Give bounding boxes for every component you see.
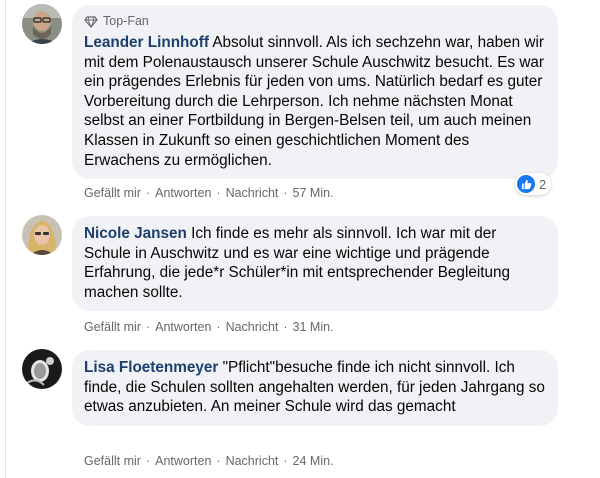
author-name[interactable]: Leander Linnhoff [84,34,209,51]
thumbs-up-icon [517,175,535,193]
timestamp[interactable]: 31 Min. [293,320,334,334]
comment-actions: Gefällt mir · Antworten · Nachricht · 57… [84,186,334,200]
avatar[interactable] [22,349,62,389]
avatar[interactable] [22,215,62,255]
separator: · [283,454,288,468]
thread-line [5,0,6,478]
author-name[interactable]: Lisa Floetenmeyer [84,359,218,376]
separator: · [283,320,288,334]
comment-text: Absolut sinnvoll. Als ich sechzehn war, … [84,34,544,169]
reaction-summary[interactable]: 2 [515,173,552,195]
message-button[interactable]: Nachricht [226,454,279,468]
separator: · [216,454,221,468]
comment-bubble: Nicole Jansen Ich finde es mehr als sinn… [72,216,558,312]
reaction-count: 2 [539,176,547,192]
timestamp[interactable]: 57 Min. [293,186,334,200]
separator: · [216,320,221,334]
separator: · [283,186,288,200]
reply-button[interactable]: Antworten [155,454,211,468]
comment-actions: Gefällt mir · Antworten · Nachricht · 24… [84,454,334,468]
message-button[interactable]: Nachricht [226,320,279,334]
reply-button[interactable]: Antworten [155,186,211,200]
like-button[interactable]: Gefällt mir [84,454,141,468]
top-fan-badge: Top-Fan [84,13,546,31]
message-button[interactable]: Nachricht [226,186,279,200]
separator: · [145,320,151,334]
comment-bubble: Top-Fan Leander Linnhoff Absolut sinnvol… [72,5,558,180]
comment-bubble: Lisa Floetenmeyer "Pflicht"besuche finde… [72,350,558,426]
separator: · [145,186,151,200]
avatar[interactable] [22,4,62,44]
separator: · [216,186,221,200]
reply-button[interactable]: Antworten [155,320,211,334]
diamond-icon [84,16,98,28]
comment-actions: Gefällt mir · Antworten · Nachricht · 31… [84,320,334,334]
like-button[interactable]: Gefällt mir [84,186,141,200]
author-name[interactable]: Nicole Jansen [84,225,187,242]
badge-label: Top-Fan [103,14,149,29]
timestamp[interactable]: 24 Min. [293,454,334,468]
separator: · [145,454,151,468]
like-button[interactable]: Gefällt mir [84,320,141,334]
